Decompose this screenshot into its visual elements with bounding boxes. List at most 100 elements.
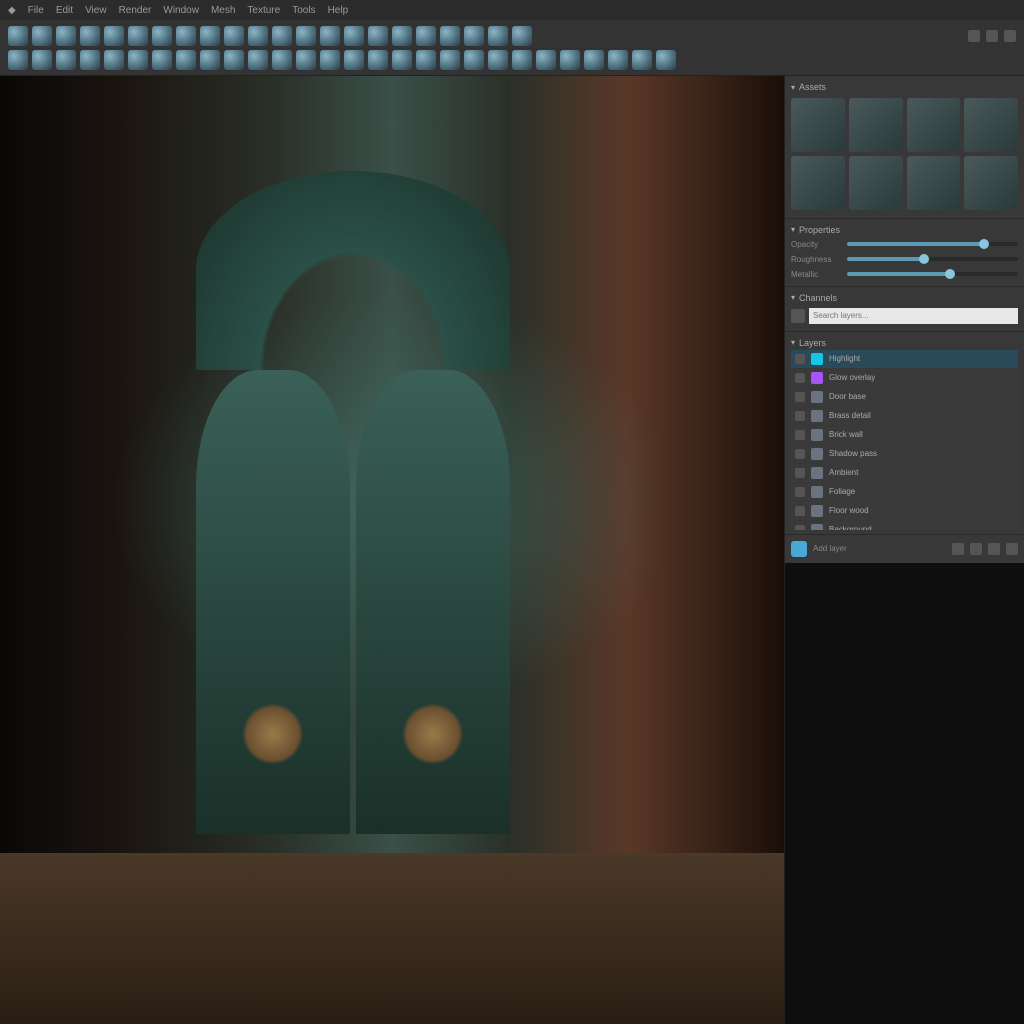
layer-visibility-icon[interactable] bbox=[795, 506, 805, 516]
footer-icon-3[interactable] bbox=[988, 543, 1000, 555]
layer-item[interactable]: Foliage bbox=[791, 483, 1018, 501]
tool-button[interactable] bbox=[584, 50, 604, 70]
asset-thumb[interactable] bbox=[791, 98, 845, 152]
tool-button[interactable] bbox=[248, 26, 268, 46]
slider-track[interactable] bbox=[847, 242, 1018, 246]
asset-thumb[interactable] bbox=[964, 156, 1018, 210]
user-icon[interactable] bbox=[1004, 30, 1016, 42]
menu-edit[interactable]: Edit bbox=[56, 5, 73, 16]
tool-button[interactable] bbox=[56, 26, 76, 46]
tool-button[interactable] bbox=[656, 50, 676, 70]
tool-button[interactable] bbox=[440, 50, 460, 70]
tool-button[interactable] bbox=[344, 26, 364, 46]
tool-button[interactable] bbox=[440, 26, 460, 46]
tool-button[interactable] bbox=[248, 50, 268, 70]
slider-track[interactable] bbox=[847, 272, 1018, 276]
search-icon[interactable] bbox=[791, 309, 805, 323]
layer-item[interactable]: Ambient bbox=[791, 464, 1018, 482]
tool-button[interactable] bbox=[32, 50, 52, 70]
menu-file[interactable]: File bbox=[28, 5, 44, 16]
layer-visibility-icon[interactable] bbox=[795, 487, 805, 497]
tool-button[interactable] bbox=[176, 50, 196, 70]
tool-button[interactable] bbox=[80, 26, 100, 46]
layer-item[interactable]: Brass detail bbox=[791, 407, 1018, 425]
tool-button[interactable] bbox=[200, 26, 220, 46]
layer-visibility-icon[interactable] bbox=[795, 430, 805, 440]
tool-button[interactable] bbox=[272, 50, 292, 70]
menu-tools[interactable]: Tools bbox=[292, 5, 315, 16]
footer-icon-2[interactable] bbox=[970, 543, 982, 555]
menu-help[interactable]: Help bbox=[328, 5, 349, 16]
tool-button[interactable] bbox=[488, 26, 508, 46]
tool-button[interactable] bbox=[176, 26, 196, 46]
menu-mesh[interactable]: Mesh bbox=[211, 5, 235, 16]
tool-button[interactable] bbox=[368, 50, 388, 70]
tool-button[interactable] bbox=[104, 26, 124, 46]
tool-button[interactable] bbox=[536, 50, 556, 70]
tool-button[interactable] bbox=[560, 50, 580, 70]
layer-search-input[interactable] bbox=[809, 308, 1018, 324]
tool-button[interactable] bbox=[416, 26, 436, 46]
tool-button[interactable] bbox=[80, 50, 100, 70]
layer-visibility-icon[interactable] bbox=[795, 468, 805, 478]
layer-visibility-icon[interactable] bbox=[795, 411, 805, 421]
menu-window[interactable]: Window bbox=[163, 5, 199, 16]
channels-header[interactable]: Channels bbox=[791, 291, 1018, 305]
tool-button[interactable] bbox=[128, 50, 148, 70]
layer-visibility-icon[interactable] bbox=[795, 354, 805, 364]
assets-header[interactable]: Assets bbox=[791, 80, 1018, 94]
tool-button[interactable] bbox=[416, 50, 436, 70]
asset-thumb[interactable] bbox=[849, 98, 903, 152]
layer-item[interactable]: Background bbox=[791, 521, 1018, 530]
tool-button[interactable] bbox=[368, 26, 388, 46]
properties-header[interactable]: Properties bbox=[791, 223, 1018, 237]
tool-button[interactable] bbox=[224, 50, 244, 70]
asset-thumb[interactable] bbox=[791, 156, 845, 210]
asset-thumb[interactable] bbox=[907, 156, 961, 210]
tool-button[interactable] bbox=[320, 26, 340, 46]
tool-button[interactable] bbox=[488, 50, 508, 70]
tool-button[interactable] bbox=[128, 26, 148, 46]
tool-button[interactable] bbox=[392, 26, 412, 46]
footer-icon-1[interactable] bbox=[952, 543, 964, 555]
tool-button[interactable] bbox=[392, 50, 412, 70]
tool-button[interactable] bbox=[320, 50, 340, 70]
tool-button[interactable] bbox=[272, 26, 292, 46]
layer-visibility-icon[interactable] bbox=[795, 392, 805, 402]
tool-button[interactable] bbox=[464, 26, 484, 46]
slider-track[interactable] bbox=[847, 257, 1018, 261]
workspace-icon-2[interactable] bbox=[986, 30, 998, 42]
layer-item[interactable]: Highlight bbox=[791, 350, 1018, 368]
layer-item[interactable]: Shadow pass bbox=[791, 445, 1018, 463]
layer-item[interactable]: Door base bbox=[791, 388, 1018, 406]
tool-button[interactable] bbox=[632, 50, 652, 70]
tool-button[interactable] bbox=[608, 50, 628, 70]
menu-render[interactable]: Render bbox=[119, 5, 152, 16]
tool-button[interactable] bbox=[512, 50, 532, 70]
tool-button[interactable] bbox=[152, 50, 172, 70]
tool-button[interactable] bbox=[512, 26, 532, 46]
layer-visibility-icon[interactable] bbox=[795, 525, 805, 530]
asset-thumb[interactable] bbox=[849, 156, 903, 210]
menu-texture[interactable]: Texture bbox=[247, 5, 280, 16]
tool-button[interactable] bbox=[152, 26, 172, 46]
tool-button[interactable] bbox=[344, 50, 364, 70]
asset-thumb[interactable] bbox=[907, 98, 961, 152]
tool-button[interactable] bbox=[224, 26, 244, 46]
viewport[interactable] bbox=[0, 76, 784, 1024]
layer-item[interactable]: Floor wood bbox=[791, 502, 1018, 520]
tool-button[interactable] bbox=[8, 50, 28, 70]
layer-visibility-icon[interactable] bbox=[795, 449, 805, 459]
add-layer-button[interactable] bbox=[791, 541, 807, 557]
trash-icon[interactable] bbox=[1006, 543, 1018, 555]
tool-button[interactable] bbox=[464, 50, 484, 70]
menu-view[interactable]: View bbox=[85, 5, 107, 16]
tool-button[interactable] bbox=[296, 26, 316, 46]
tool-button[interactable] bbox=[104, 50, 124, 70]
asset-thumb[interactable] bbox=[964, 98, 1018, 152]
layer-item[interactable]: Glow overlay bbox=[791, 369, 1018, 387]
tool-button[interactable] bbox=[200, 50, 220, 70]
tool-button[interactable] bbox=[56, 50, 76, 70]
tool-button[interactable] bbox=[32, 26, 52, 46]
tool-button[interactable] bbox=[296, 50, 316, 70]
